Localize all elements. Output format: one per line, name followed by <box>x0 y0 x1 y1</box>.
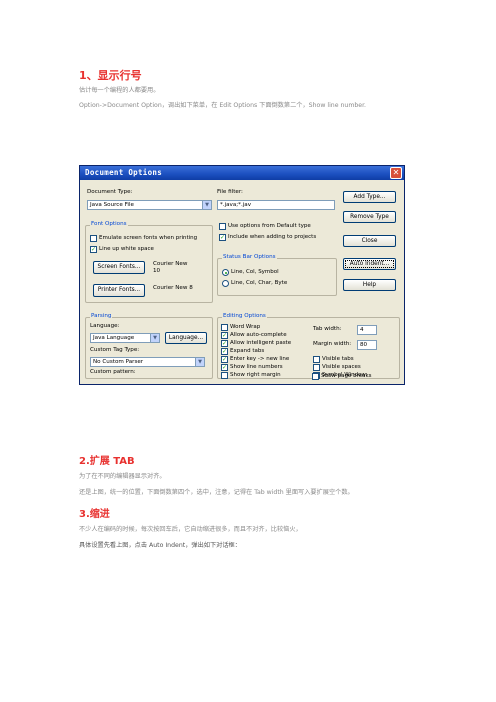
line-up-white-space-checkbox[interactable]: ✓ Line up white space <box>90 246 154 253</box>
status-opt2-label: Line, Col, Char, Byte <box>231 280 288 286</box>
check-icon: ✓ <box>221 356 228 363</box>
emulate-screen-fonts-label: Emulate screen fonts when printing <box>99 235 198 241</box>
status-opt1-label: Line, Col, Symbol <box>231 269 279 275</box>
check-icon: ✓ <box>221 340 228 347</box>
status-bar-options-title: Status Bar Options <box>222 254 277 261</box>
checkbox-box <box>312 373 319 380</box>
section2-text-line2: 还是上图，统一的位置，下面倒数第四个，选中，注意，记得在 Tab width 里… <box>79 489 354 496</box>
expand-tabs-label: Expand tabs <box>230 348 265 354</box>
checkbox-box <box>313 356 320 363</box>
show-right-margin-label: Show right margin <box>230 372 281 378</box>
show-page-breaks-checkbox[interactable]: Show page breaks <box>312 373 372 380</box>
close-button[interactable]: Close <box>343 235 396 247</box>
parsing-title: Parsing <box>90 313 113 320</box>
word-wrap-checkbox[interactable]: Word Wrap <box>221 324 260 331</box>
margin-width-input[interactable]: 80 <box>357 340 377 350</box>
custom-tag-type-select[interactable]: No Custom Parser ▼ <box>90 357 205 367</box>
radio-dot <box>222 280 229 287</box>
chevron-down-icon: ▼ <box>195 358 204 366</box>
editing-options-title: Editing Options <box>222 313 267 320</box>
dialog-title-bar[interactable]: Document Options ✕ <box>80 166 404 180</box>
editing-options-group: Editing Options Word Wrap ✓ Allow auto-c… <box>217 313 400 379</box>
section1-text-line2: Option->Document Option，调出如下菜单，在 Edit Op… <box>79 102 367 109</box>
status-line-col-char-byte-radio[interactable]: Line, Col, Char, Byte <box>222 280 287 287</box>
checkbox-box <box>219 223 226 230</box>
show-right-margin-checkbox[interactable]: Show right margin <box>221 372 281 379</box>
dialog-title: Document Options <box>85 168 163 177</box>
allow-auto-complete-checkbox[interactable]: ✓ Allow auto-complete <box>221 332 287 339</box>
visible-spaces-label: Visible spaces <box>322 364 361 370</box>
screen-fonts-button[interactable]: Screen Fonts... <box>93 261 145 274</box>
check-icon: ✓ <box>90 246 97 253</box>
use-options-default-label: Use options from Default type <box>228 223 311 229</box>
screen-font-name: Courier New <box>153 261 188 267</box>
visible-tabs-checkbox[interactable]: Visible tabs <box>313 356 354 363</box>
check-icon: ✓ <box>221 348 228 355</box>
show-line-numbers-checkbox[interactable]: ✓ Show line numbers <box>221 364 283 371</box>
screen-font-size: 10 <box>153 268 161 274</box>
file-filter-label: File filter: <box>217 189 243 195</box>
language-select[interactable]: Java Language ▼ <box>90 333 160 343</box>
line-up-white-space-label: Line up white space <box>99 246 154 252</box>
include-projects-label: Include when adding to projects <box>228 234 317 240</box>
section-heading-indent: 3.缩进 <box>79 509 110 520</box>
tab-width-input[interactable]: 4 <box>357 325 377 335</box>
section2-text-line1: 为了在不同的编辑器显示对齐。 <box>79 473 166 480</box>
chevron-down-icon: ▼ <box>150 334 159 342</box>
radio-dot <box>222 269 229 276</box>
margin-width-label: Margin width: <box>313 341 352 347</box>
emulate-screen-fonts-checkbox[interactable]: Emulate screen fonts when printing <box>90 235 197 242</box>
chevron-down-icon: ▼ <box>202 201 211 209</box>
add-type-button[interactable]: Add Type... <box>343 191 396 203</box>
document-type-label: Document Type: <box>87 189 133 195</box>
help-button[interactable]: Help <box>343 279 396 291</box>
file-filter-input[interactable]: *.java;*.jav <box>217 200 335 210</box>
document-options-dialog: Document Options ✕ Document Type: Java S… <box>79 165 405 385</box>
enter-key-label: Enter key -> new line <box>230 356 290 362</box>
remove-type-button[interactable]: Remove Type <box>343 211 396 223</box>
document-type-value: Java Source File <box>90 202 134 208</box>
enter-key-new-line-checkbox[interactable]: ✓ Enter key -> new line <box>221 356 289 363</box>
auto-indent-button[interactable]: Auto Indent... <box>343 258 396 270</box>
close-icon[interactable]: ✕ <box>390 167 402 179</box>
allow-auto-complete-label: Allow auto-complete <box>230 332 287 338</box>
document-type-select[interactable]: Java Source File ▼ <box>87 200 212 210</box>
section1-text-line1: 估计每一个编程的人都要用。 <box>79 87 160 94</box>
allow-intelligent-paste-checkbox[interactable]: ✓ Allow intelligent paste <box>221 340 291 347</box>
checkbox-box <box>221 372 228 379</box>
section-heading-expand-tab: 2.扩展 TAB <box>79 456 135 467</box>
language-label: Language: <box>90 323 120 329</box>
use-options-default-checkbox[interactable]: Use options from Default type <box>219 223 311 230</box>
check-icon: ✓ <box>221 364 228 371</box>
tab-width-label: Tab width: <box>313 326 342 332</box>
custom-tag-type-label: Custom Tag Type: <box>90 347 140 353</box>
expand-tabs-checkbox[interactable]: ✓ Expand tabs <box>221 348 264 355</box>
show-line-numbers-label: Show line numbers <box>230 364 283 370</box>
include-projects-checkbox[interactable]: ✓ Include when adding to projects <box>219 234 316 241</box>
status-bar-options-group: Status Bar Options Line, Col, Symbol Lin… <box>217 254 337 296</box>
status-line-col-symbol-radio[interactable]: Line, Col, Symbol <box>222 269 279 276</box>
show-page-breaks-label: Show page breaks <box>321 373 372 379</box>
allow-paste-label: Allow intelligent paste <box>230 340 292 346</box>
custom-tag-type-value: No Custom Parser <box>93 359 144 365</box>
font-options-title: Font Options <box>90 221 128 228</box>
visible-tabs-label: Visible tabs <box>322 356 354 362</box>
check-icon: ✓ <box>219 234 226 241</box>
checkbox-box <box>90 235 97 242</box>
word-wrap-label: Word Wrap <box>230 324 261 330</box>
language-value: Java Language <box>93 335 135 341</box>
printer-font: Courier New 8 <box>153 285 193 291</box>
checkbox-box <box>221 324 228 331</box>
section3-text-line1: 不少人在编码的时候，每次按回车后，它自动缩进很多，而且不对齐，比较恼火， <box>79 526 302 533</box>
language-button[interactable]: Language... <box>165 332 207 344</box>
printer-fonts-button[interactable]: Printer Fonts... <box>93 284 145 297</box>
parsing-group: Parsing Language: Java Language ▼ Langua… <box>85 313 213 379</box>
check-icon: ✓ <box>221 332 228 339</box>
visible-spaces-checkbox[interactable]: Visible spaces <box>313 364 361 371</box>
section3-text-line2: 具体设置先看上图，点击 Auto Indent，弹出如下对话框： <box>79 542 241 549</box>
custom-pattern-label: Custom pattern: <box>90 369 136 375</box>
section-heading-show-line-numbers: 1、显示行号 <box>79 69 142 82</box>
font-options-group: Font Options Emulate screen fonts when p… <box>85 221 213 303</box>
checkbox-box <box>313 364 320 371</box>
